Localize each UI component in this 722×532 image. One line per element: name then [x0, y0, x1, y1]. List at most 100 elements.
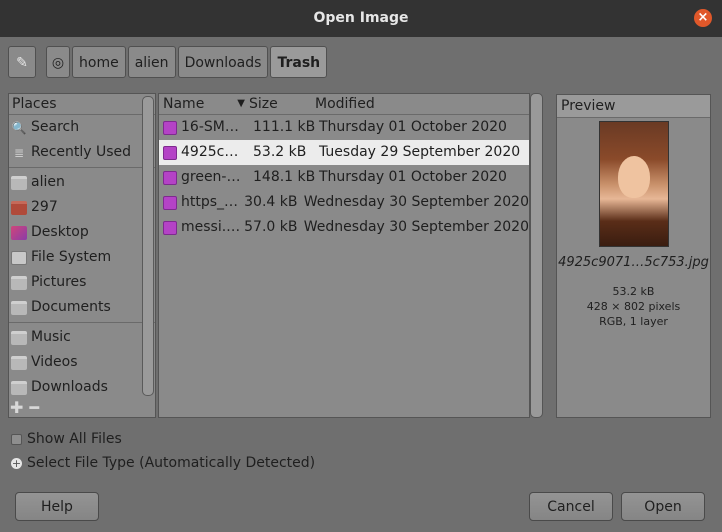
path-bar: ✎ ◎ home alien Downloads Trash — [8, 46, 328, 80]
place-pictures[interactable]: Pictures — [9, 270, 155, 295]
file-modified: Wednesday 30 September 2020 — [303, 194, 529, 210]
file-name: 4925c… — [181, 144, 239, 160]
place-label: Desktop — [31, 224, 89, 240]
show-all-files-checkbox[interactable]: Show All Files — [11, 431, 122, 447]
drive-icon — [11, 250, 27, 265]
file-modified: Wednesday 30 September 2020 — [303, 219, 529, 235]
places-panel: Places 🔍 Search ≣ Recently Used alien 297 … — [8, 93, 156, 418]
help-button[interactable]: Help — [15, 492, 99, 521]
place-desktop[interactable]: Desktop — [9, 220, 155, 245]
folder-icon — [11, 300, 27, 315]
place-label: alien — [31, 174, 65, 190]
file-size: 57.0 kB — [244, 219, 298, 235]
divider — [9, 322, 155, 323]
window-title: Open Image — [313, 10, 409, 26]
place-file-system[interactable]: File System — [9, 245, 155, 270]
divider — [9, 167, 155, 168]
column-name[interactable]: Name ▼ — [159, 94, 245, 114]
preview-info: RGB, 1 layer — [599, 315, 668, 328]
column-modified[interactable]: Modified — [311, 94, 375, 114]
preview-thumbnail — [599, 121, 669, 247]
place-music[interactable]: Music — [9, 325, 155, 350]
show-all-files-label: Show All Files — [27, 431, 122, 447]
place-label: File System — [31, 249, 112, 265]
place-297[interactable]: 297 — [9, 195, 155, 220]
file-row[interactable]: 16-SM… 111.1 kB Thursday 01 October 2020 — [159, 115, 529, 140]
file-modified: Thursday 01 October 2020 — [319, 169, 507, 185]
place-alien[interactable]: alien — [9, 170, 155, 195]
file-modified: Thursday 01 October 2020 — [319, 119, 507, 135]
open-button[interactable]: Open — [621, 492, 705, 521]
folder-icon — [11, 275, 27, 290]
folder-icon — [11, 355, 27, 370]
places-header[interactable]: Places — [9, 94, 155, 115]
file-name: messi.… — [181, 219, 241, 235]
column-size[interactable]: Size — [245, 94, 311, 114]
expand-plus-icon[interactable]: + — [11, 457, 22, 469]
image-file-icon — [163, 170, 177, 185]
file-row[interactable]: messi.… 57.0 kB Wednesday 30 September 2… — [159, 215, 529, 240]
cancel-button[interactable]: Cancel — [529, 492, 613, 521]
preview-dimensions: 428 × 802 pixels — [586, 300, 681, 313]
path-segment-alien[interactable]: alien — [127, 46, 176, 78]
file-name: 16-SM… — [181, 119, 239, 135]
close-button[interactable]: × — [694, 9, 712, 27]
folder-icon — [11, 380, 27, 395]
preview-header[interactable]: Preview — [557, 95, 710, 118]
remove-bookmark-icon[interactable]: ━ — [29, 398, 39, 417]
place-documents[interactable]: Documents — [9, 295, 155, 320]
add-bookmark-icon[interactable]: ✚ — [10, 398, 23, 417]
thumbnail-face — [618, 156, 650, 198]
file-list-scrollbar[interactable] — [530, 93, 543, 418]
place-label: 297 — [31, 199, 58, 215]
place-label: Music — [31, 329, 71, 345]
select-file-type-expander[interactable]: + Select File Type (Automatically Detect… — [11, 455, 315, 471]
file-size: 30.4 kB — [244, 194, 298, 210]
place-label: Search — [31, 119, 80, 135]
drive-icon: ◎ — [51, 55, 65, 71]
place-label: Pictures — [31, 274, 87, 290]
place-label: Downloads — [31, 379, 108, 395]
close-icon: × — [697, 10, 709, 25]
file-size: 111.1 kB — [253, 119, 316, 135]
search-icon: 🔍 — [11, 120, 27, 135]
places-scrollbar[interactable] — [142, 96, 154, 396]
preview-size: 53.2 kB — [612, 285, 655, 298]
preview-panel: Preview 4925c9071…5c753.jpg 53.2 kB 428 … — [556, 94, 711, 418]
title-bar: Open Image × — [0, 0, 722, 37]
image-file-icon — [163, 120, 177, 135]
file-row[interactable]: https_… 30.4 kB Wednesday 30 September 2… — [159, 190, 529, 215]
checkbox-box[interactable] — [11, 433, 22, 445]
path-segment-home[interactable]: home — [72, 46, 126, 78]
folder-icon — [11, 330, 27, 345]
sort-chevron-down-icon: ▼ — [237, 98, 245, 109]
place-label: Documents — [31, 299, 111, 315]
folder-icon — [11, 200, 27, 215]
place-downloads[interactable]: Downloads — [9, 375, 155, 400]
file-list-header: Name ▼ Size Modified — [159, 94, 529, 115]
file-size: 53.2 kB — [253, 144, 307, 160]
recent-icon: ≣ — [13, 145, 25, 160]
file-row-selected[interactable]: 4925c… 53.2 kB Tuesday 29 September 2020 — [159, 140, 529, 165]
file-size: 148.1 kB — [253, 169, 316, 185]
file-row[interactable]: green-… 148.1 kB Thursday 01 October 202… — [159, 165, 529, 190]
image-file-icon — [163, 195, 177, 210]
path-segment-trash[interactable]: Trash — [270, 46, 328, 78]
path-segment-downloads[interactable]: Downloads — [177, 46, 269, 78]
place-recently-used[interactable]: ≣ Recently Used — [9, 140, 155, 165]
file-name: https_… — [181, 194, 239, 210]
places-tools: ✚ ━ — [10, 398, 39, 417]
file-list: Name ▼ Size Modified 16-SM… 111.1 kB Thu… — [158, 93, 530, 418]
folder-icon — [11, 175, 27, 190]
image-file-icon — [163, 220, 177, 235]
drive-root-button[interactable]: ◎ — [46, 46, 70, 78]
desktop-icon — [11, 225, 27, 240]
file-name: green-… — [181, 169, 241, 185]
place-label: Recently Used — [31, 144, 132, 160]
pencil-icon: ✎ — [16, 55, 28, 71]
column-name-label: Name — [163, 96, 205, 112]
file-modified: Tuesday 29 September 2020 — [319, 144, 521, 160]
type-location-button[interactable]: ✎ — [8, 46, 36, 78]
place-videos[interactable]: Videos — [9, 350, 155, 375]
place-search[interactable]: 🔍 Search — [9, 115, 155, 140]
